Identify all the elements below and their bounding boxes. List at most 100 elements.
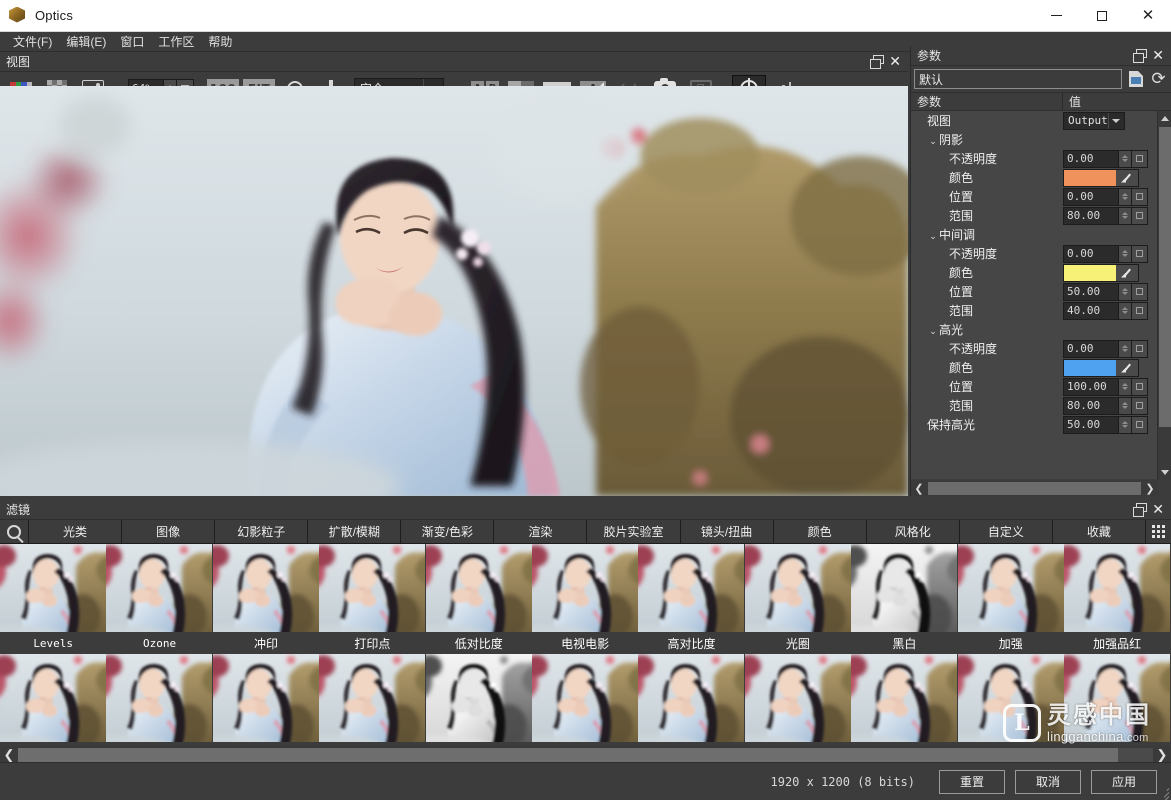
chevron-down-icon[interactable] <box>1107 112 1124 129</box>
reset-icon[interactable] <box>1132 282 1148 301</box>
thumb-preview[interactable] <box>744 544 851 632</box>
spinner[interactable] <box>1119 149 1132 168</box>
param-row-shadow-range[interactable]: 范围 80.00 <box>911 206 1158 225</box>
menu-item-workspace[interactable]: 工作区 <box>151 32 201 52</box>
reset-preset-icon[interactable]: ⟳ <box>1149 70 1168 89</box>
thumb-preview[interactable] <box>531 544 638 632</box>
filter-thumb-levels[interactable]: Levels <box>0 544 106 654</box>
param-row-highlight-opacity[interactable]: 不透明度 0.00 <box>911 339 1158 358</box>
tab-image[interactable]: 图像 <box>121 520 215 543</box>
number-value[interactable]: 80.00 <box>1063 206 1119 225</box>
number-stepper[interactable]: 50.00 <box>1063 282 1148 301</box>
menu-item-file[interactable]: 文件(F) <box>6 32 59 52</box>
param-row-shadow-color[interactable]: 颜色 <box>911 168 1158 187</box>
spinner[interactable] <box>1119 415 1132 434</box>
param-row-shadow-position[interactable]: 位置 0.00 <box>911 187 1158 206</box>
filter-thumb-low-contrast[interactable]: 低对比度 <box>425 544 532 654</box>
reset-icon[interactable] <box>1132 206 1148 225</box>
number-stepper[interactable]: 0.00 <box>1063 149 1148 168</box>
scroll-down-icon[interactable] <box>1158 465 1171 479</box>
thumb-preview[interactable] <box>319 544 426 632</box>
param-row-midtone-range[interactable]: 范围 40.00 <box>911 301 1158 320</box>
scroll-thumb[interactable] <box>1159 127 1171 427</box>
tab-diffuse-blur[interactable]: 扩散/模糊 <box>307 520 401 543</box>
number-stepper[interactable]: 100.00 <box>1063 377 1148 396</box>
parameters-vertical-scrollbar[interactable] <box>1157 111 1171 479</box>
number-value[interactable]: 100.00 <box>1063 377 1119 396</box>
close-icon[interactable]: ✕ <box>889 55 901 69</box>
menu-item-edit[interactable]: 编辑(E) <box>59 32 113 52</box>
spinner[interactable] <box>1119 339 1132 358</box>
resize-grip[interactable] <box>1157 786 1170 800</box>
number-value[interactable]: 50.00 <box>1063 415 1119 434</box>
number-value[interactable]: 0.00 <box>1063 339 1119 358</box>
maximize-icon[interactable] <box>1079 0 1125 32</box>
scroll-left-icon[interactable]: ❮ <box>911 480 927 496</box>
filter-thumb-enhance-magenta[interactable]: 加强品红 <box>1063 544 1170 654</box>
thumb-preview[interactable] <box>106 544 213 632</box>
parameters-table-body[interactable]: 视图 Output ⌄ 阴影 不透明度 0.00 颜色 位置 0.00 范围 8… <box>911 111 1171 479</box>
tab-stylize[interactable]: 风格化 <box>865 520 959 543</box>
thumb-preview[interactable] <box>531 654 638 742</box>
eyedropper-icon[interactable] <box>1116 169 1138 186</box>
tab-lights[interactable]: 光类 <box>28 520 122 543</box>
filter-thumb-black-white[interactable]: 黑白 <box>851 544 958 654</box>
spinner[interactable] <box>1119 396 1132 415</box>
number-value[interactable]: 0.00 <box>1063 244 1119 263</box>
param-row-highlight-color[interactable]: 颜色 <box>911 358 1158 377</box>
menu-item-window[interactable]: 窗口 <box>113 32 151 52</box>
scroll-thumb[interactable] <box>18 747 1118 763</box>
reset-icon[interactable] <box>1132 339 1148 358</box>
menu-item-help[interactable]: 帮助 <box>201 32 239 52</box>
restore-icon[interactable] <box>1133 49 1148 63</box>
close-icon[interactable]: ✕ <box>1125 0 1171 32</box>
eyedropper-icon[interactable] <box>1116 359 1138 376</box>
thumb-preview[interactable] <box>1063 654 1170 742</box>
reset-icon[interactable] <box>1132 396 1148 415</box>
number-value[interactable]: 50.00 <box>1063 282 1119 301</box>
reset-icon[interactable] <box>1132 149 1148 168</box>
param-row-midtone-color[interactable]: 颜色 <box>911 263 1158 282</box>
reset-icon[interactable] <box>1132 415 1148 434</box>
thumb-preview[interactable] <box>1063 544 1170 632</box>
thumb-preview[interactable] <box>106 654 213 742</box>
number-stepper[interactable]: 40.00 <box>1063 301 1148 320</box>
number-value[interactable]: 0.00 <box>1063 149 1119 168</box>
thumb-preview[interactable] <box>212 654 319 742</box>
apply-button[interactable]: 应用 <box>1091 769 1157 794</box>
number-stepper[interactable]: 0.00 <box>1063 187 1148 206</box>
spinner[interactable] <box>1119 301 1132 320</box>
tab-custom[interactable]: 自定义 <box>958 520 1052 543</box>
param-group-midtones[interactable]: ⌄ 中间调 <box>911 225 1158 244</box>
thumb-preview[interactable] <box>319 654 426 742</box>
filter-thumbnail-grid[interactable]: Levels Ozone 冲印 打印点 低对比度 电视电影 高对比度 光圈 黑白… <box>0 544 1171 764</box>
minimize-icon[interactable] <box>1033 0 1079 32</box>
cancel-button[interactable]: 取消 <box>1015 769 1081 794</box>
tab-color[interactable]: 颜色 <box>772 520 866 543</box>
param-row-midtone-opacity[interactable]: 不透明度 0.00 <box>911 244 1158 263</box>
filter-thumb-printdots[interactable]: 打印点 <box>319 544 426 654</box>
color-swatch[interactable] <box>1064 169 1116 186</box>
scroll-up-icon[interactable] <box>1158 111 1171 125</box>
spinner[interactable] <box>1119 282 1132 301</box>
thumb-preview[interactable] <box>212 544 319 632</box>
thumb-preview[interactable] <box>744 654 851 742</box>
thumb-preview[interactable] <box>957 544 1064 632</box>
thumb-preview[interactable] <box>0 654 106 742</box>
spinner[interactable] <box>1119 377 1132 396</box>
tab-render[interactable]: 渲染 <box>493 520 587 543</box>
param-row-shadow-opacity[interactable]: 不透明度 0.00 <box>911 149 1158 168</box>
reset-icon[interactable] <box>1132 244 1148 263</box>
search-icon[interactable] <box>0 520 28 543</box>
thumb-preview[interactable] <box>425 544 532 632</box>
number-value[interactable]: 40.00 <box>1063 301 1119 320</box>
close-icon[interactable]: ✕ <box>1152 503 1164 517</box>
param-row-highlight-range[interactable]: 范围 80.00 <box>911 396 1158 415</box>
color-swatch[interactable] <box>1064 264 1116 281</box>
eyedropper-icon[interactable] <box>1116 264 1138 281</box>
number-stepper[interactable]: 80.00 <box>1063 396 1148 415</box>
filter-thumb-aperture[interactable]: 光圈 <box>744 544 851 654</box>
grid-view-icon[interactable] <box>1144 520 1171 543</box>
close-icon[interactable]: ✕ <box>1152 49 1164 63</box>
number-value[interactable]: 0.00 <box>1063 187 1119 206</box>
